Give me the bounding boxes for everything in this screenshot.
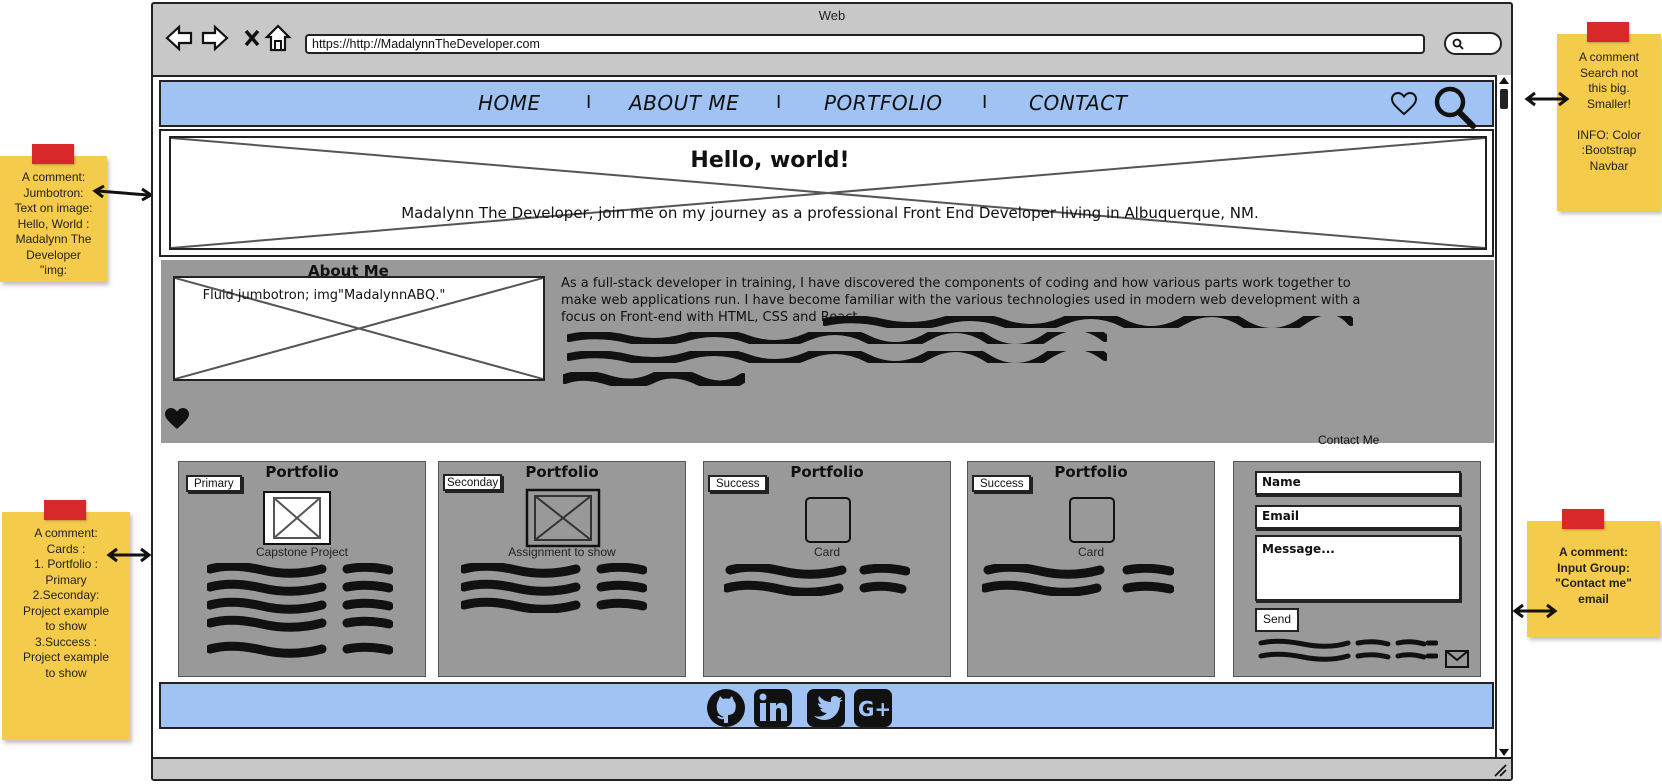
double-arrow-icon <box>92 185 154 201</box>
jumbotron: Hello, world! Madalynn The Developer, jo… <box>159 129 1494 257</box>
window-title: Web <box>818 8 846 23</box>
back-icon[interactable] <box>164 23 194 53</box>
contact-form: Name Email Message... Send <box>1233 461 1481 677</box>
name-field[interactable]: Name <box>1255 471 1461 495</box>
image-placeholder-icon <box>1069 497 1115 543</box>
portfolio-card[interactable]: Portfolio Success Card <box>967 461 1215 677</box>
card-caption: Assignment to show <box>508 545 616 559</box>
svg-text:G+: G+ <box>858 697 891 721</box>
card-badge: Success <box>708 475 768 492</box>
portfolio-card[interactable]: Portfolio Success Card <box>703 461 951 677</box>
placeholder-scribble <box>1258 638 1438 662</box>
card-caption: Card <box>813 545 840 559</box>
nav-link-about[interactable]: ABOUT ME <box>629 91 739 115</box>
card-caption: Card <box>1077 545 1104 559</box>
note-jumbotron: A comment: Jumbotron: Text on image: Hel… <box>0 144 107 282</box>
placeholder-scribble <box>982 564 1174 596</box>
note-contact: A comment: Input Group: "Contact me" ema… <box>1527 509 1660 637</box>
placeholder-scribble <box>823 316 1353 328</box>
placeholder-scribble <box>563 372 745 386</box>
scroll-up-icon[interactable] <box>1499 77 1509 84</box>
image-placeholder-icon <box>263 491 331 545</box>
double-arrow-icon <box>1512 603 1558 619</box>
placeholder-scribble <box>567 332 1107 344</box>
linkedin-icon[interactable] <box>753 688 793 728</box>
placeholder-scribble <box>567 351 1107 363</box>
double-arrow-icon <box>106 547 152 563</box>
heart-icon[interactable] <box>164 407 190 430</box>
about-image-label: Fluid jumbotron; img"MadalynnABQ." <box>202 288 446 303</box>
google-plus-icon[interactable]: G+ <box>853 688 893 728</box>
placeholder-scribble <box>724 564 910 596</box>
double-arrow-icon <box>1524 91 1570 107</box>
card-caption: Capstone Project <box>255 545 349 559</box>
browser-window: Web https://http://MadalynnTheDeveloper.… <box>151 2 1513 781</box>
send-button[interactable]: Send <box>1255 608 1299 632</box>
image-placeholder-icon <box>805 497 851 543</box>
nav-link-portfolio[interactable]: PORTFOLIO <box>824 91 942 115</box>
browser-search-field[interactable] <box>1444 32 1502 55</box>
card-badge: Seconday <box>443 474 503 491</box>
url-input[interactable]: https://http://MadalynnTheDeveloper.com <box>305 34 1425 54</box>
heart-icon[interactable] <box>1391 92 1417 116</box>
status-bar <box>153 757 1511 779</box>
portfolio-card[interactable]: Portfolio Primary Capstone Project <box>178 461 426 677</box>
message-field[interactable]: Message... <box>1255 535 1461 601</box>
search-icon <box>1452 38 1464 50</box>
card-badge: Primary <box>186 475 242 492</box>
about-image-placeholder: Fluid jumbotron; img"MadalynnABQ." <box>173 276 545 381</box>
nav-separator: I <box>982 92 988 113</box>
email-field[interactable]: Email <box>1255 505 1461 529</box>
nav-link-home[interactable]: HOME <box>478 91 541 115</box>
scroll-down-icon[interactable] <box>1499 749 1509 756</box>
jumbotron-image-placeholder: Hello, world! Madalynn The Developer, jo… <box>169 136 1487 250</box>
jumbotron-subtitle: Madalynn The Developer, join me on my jo… <box>401 204 1259 222</box>
search-icon[interactable] <box>1433 85 1477 129</box>
note-tape <box>32 144 74 164</box>
resize-grip-icon[interactable] <box>1493 763 1507 777</box>
note-tape <box>44 500 86 520</box>
scroll-thumb[interactable] <box>1500 89 1508 109</box>
card-badge: Success <box>972 475 1032 492</box>
contact-title: Contact Me <box>1318 433 1380 447</box>
nav-separator: I <box>586 92 592 113</box>
site-footer: G+ <box>159 682 1494 729</box>
image-placeholder-icon <box>525 488 601 548</box>
note-tape <box>1587 22 1629 42</box>
mail-icon[interactable] <box>1444 649 1470 669</box>
home-icon[interactable] <box>263 23 293 53</box>
twitter-icon[interactable] <box>806 688 846 728</box>
portfolio-card[interactable]: Portfolio Seconday Assignment to show <box>438 461 686 677</box>
forward-icon[interactable] <box>200 23 230 53</box>
page-viewport: HOME I ABOUT ME I PORTFOLIO I CONTACT He… <box>153 75 1511 758</box>
about-section: About Me Fluid jumbotron; img"MadalynnAB… <box>161 260 1494 443</box>
placeholder-scribble <box>207 563 393 658</box>
github-icon[interactable] <box>706 688 746 728</box>
nav-link-contact[interactable]: CONTACT <box>1029 91 1127 115</box>
site-navbar: HOME I ABOUT ME I PORTFOLIO I CONTACT <box>159 80 1494 129</box>
vertical-scrollbar[interactable] <box>1495 75 1511 758</box>
nav-separator: I <box>776 92 782 113</box>
placeholder-scribble <box>461 563 647 613</box>
note-search: A comment Search not this big. Smaller! … <box>1557 22 1661 211</box>
note-tape <box>1562 509 1604 529</box>
jumbotron-title: Hello, world! <box>690 148 850 173</box>
